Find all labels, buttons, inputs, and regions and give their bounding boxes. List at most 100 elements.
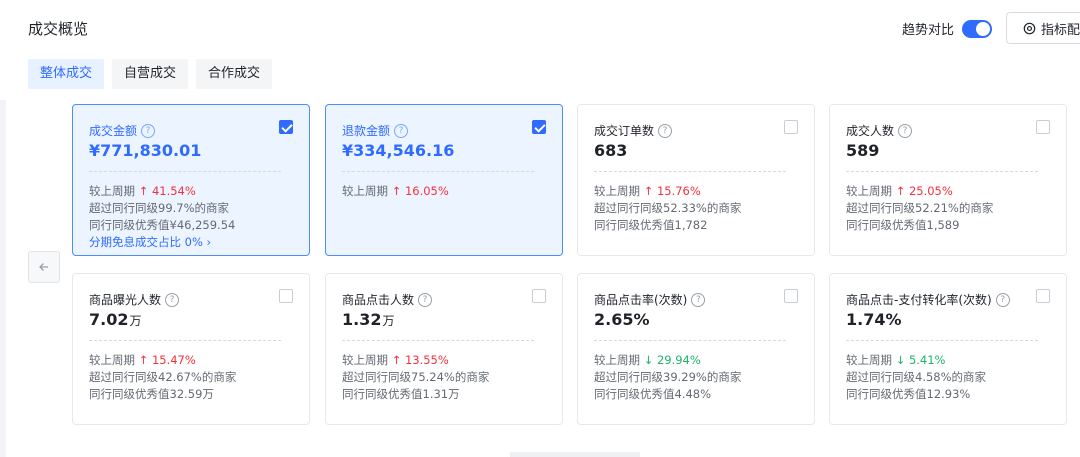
metric-card[interactable]: 成交订单数? 683 较上周期 ↑ 15.76% 超过同行同级52.33%的商家 同行同… (577, 104, 815, 256)
metric-details: 较上周期 ↓ 29.94% 超过同行同级39.29%的商家 同行同级优秀值4.48% (594, 352, 741, 403)
compare-prefix: 较上周期 (342, 184, 388, 198)
compare-value: 15.76% (656, 184, 701, 198)
card-divider (89, 340, 281, 341)
metric-label-text: 商品曝光人数 (89, 293, 162, 307)
compare-value: 16.05% (404, 184, 449, 198)
industry-rank: 超过同行同级42.67%的商家 (89, 370, 237, 384)
industry-rank: 超过同行同级75.24%的商家 (342, 370, 490, 384)
metric-checkbox[interactable] (784, 289, 798, 303)
compare-line: 较上周期 ↑ 25.05% (846, 183, 993, 200)
compare-change: ↑ 25.05% (896, 184, 953, 198)
industry-rank: 超过同行同级52.21%的商家 (846, 201, 994, 215)
compare-line: 较上周期 ↓ 5.41% (846, 352, 986, 369)
card-divider (594, 171, 786, 172)
compare-value: 25.05% (908, 184, 953, 198)
metric-checkbox[interactable] (784, 120, 798, 134)
trend-compare-toggle[interactable] (962, 19, 993, 38)
metric-label: 退款金额? (342, 122, 409, 139)
question-circle-icon[interactable]: ? (165, 292, 180, 307)
compare-value: 13.55% (404, 353, 449, 367)
tab-cooperative[interactable]: 合作成交 (196, 59, 273, 89)
arrow-down-icon: ↓ (643, 353, 654, 367)
card-divider (342, 171, 534, 172)
metric-value: ¥771,830.01 (89, 141, 202, 160)
metric-details: 较上周期 ↑ 16.05% (342, 183, 449, 200)
metric-checkbox[interactable] (1036, 120, 1050, 134)
card-divider (594, 340, 786, 341)
metric-value-number: 589 (846, 141, 880, 160)
metric-card[interactable]: 商品点击-支付转化率(次数)? 1.74% 较上周期 ↓ 5.41% 超过同行同级4.… (829, 273, 1067, 425)
compare-value: 5.41% (908, 353, 946, 367)
installment-link[interactable]: 分期免息成交占比 0% › (89, 234, 235, 251)
arrow-up-icon: ↑ (643, 184, 654, 198)
metric-value-number: ¥334,546.16 (342, 141, 455, 160)
metric-label-text: 商品点击-支付转化率(次数) (846, 293, 992, 307)
industry-excellent: 同行同级优秀值¥46,259.54 (89, 218, 236, 232)
question-circle-icon[interactable]: ? (141, 123, 156, 138)
question-circle-icon[interactable]: ? (418, 292, 433, 307)
prev-page-button[interactable] (28, 251, 60, 283)
compare-change: ↓ 5.41% (896, 353, 946, 367)
metric-details: 较上周期 ↑ 15.76% 超过同行同级52.33%的商家 同行同级优秀值1,782 (594, 183, 741, 234)
arrow-down-icon: ↓ (895, 353, 906, 367)
tab-self-operated[interactable]: 自营成交 (112, 59, 189, 89)
question-circle-icon[interactable]: ? (658, 123, 673, 138)
compare-change: ↑ 13.55% (392, 353, 449, 367)
metric-label-text: 商品点击率(次数) (594, 293, 688, 307)
metric-label-text: 退款金额 (342, 124, 391, 138)
industry-excellent: 同行同级优秀值12.93% (846, 387, 971, 401)
metric-label-text: 商品点击人数 (342, 293, 415, 307)
trend-compare-label: 趋势对比 (902, 23, 955, 38)
compare-line: 较上周期 ↑ 13.55% (342, 352, 489, 369)
metric-label: 成交订单数? (594, 122, 673, 139)
industry-excellent: 同行同级优秀值1,589 (846, 218, 960, 232)
metric-card[interactable]: 退款金额? ¥334,546.16 较上周期 ↑ 16.05% (325, 104, 563, 256)
industry-rank: 超过同行同级52.33%的商家 (594, 201, 742, 215)
metric-card[interactable]: 商品点击人数? 1.32万 较上周期 ↑ 13.55% 超过同行同级75.24%的商家… (325, 273, 563, 425)
compare-prefix: 较上周期 (594, 184, 640, 198)
metric-checkbox[interactable] (279, 289, 293, 303)
compare-prefix: 较上周期 (342, 353, 388, 367)
card-divider (342, 340, 534, 341)
metric-card[interactable]: 商品曝光人数? 7.02万 较上周期 ↑ 15.47% 超过同行同级42.67%的商家… (72, 273, 310, 425)
compare-prefix: 较上周期 (846, 353, 892, 367)
compare-line: 较上周期 ↑ 41.54% (89, 183, 235, 200)
metric-value-number: ¥771,830.01 (89, 141, 202, 160)
metric-label: 商品点击率(次数)? (594, 291, 706, 308)
metric-card[interactable]: 商品点击率(次数)? 2.65% 较上周期 ↓ 29.94% 超过同行同级39.29%… (577, 273, 815, 425)
metric-value-number: 1.74% (846, 310, 902, 329)
compare-value: 29.94% (656, 353, 701, 367)
question-circle-icon[interactable]: ? (394, 123, 409, 138)
metric-label-text: 成交订单数 (594, 124, 655, 138)
arrow-up-icon: ↑ (391, 184, 402, 198)
arrow-up-icon: ↑ (138, 184, 149, 198)
metric-details: 较上周期 ↑ 41.54% 超过同行同级99.7%的商家 同行同级优秀值¥46,25… (89, 183, 235, 251)
metric-value: 1.74% (846, 310, 903, 329)
metric-config-button[interactable]: 指标配置 (1006, 12, 1080, 44)
tab-bar: 整体成交 自营成交 合作成交 (28, 59, 273, 89)
metric-card[interactable]: 成交人数? 589 较上周期 ↑ 25.05% 超过同行同级52.21%的商家 同行同级… (829, 104, 1067, 256)
compare-line: 较上周期 ↑ 16.05% (342, 183, 449, 200)
compare-line: 较上周期 ↑ 15.76% (594, 183, 741, 200)
left-edge (0, 100, 6, 457)
tab-overall[interactable]: 整体成交 (28, 59, 105, 89)
metric-value-number: 2.65% (594, 310, 650, 329)
metric-value: 683 (594, 141, 628, 160)
metric-checkbox[interactable] (1036, 289, 1050, 303)
metric-card[interactable]: 成交金额? ¥771,830.01 较上周期 ↑ 41.54% 超过同行同级99.7%… (72, 104, 310, 256)
question-circle-icon[interactable]: ? (995, 292, 1010, 307)
compare-change: ↑ 15.47% (139, 353, 196, 367)
metric-details: 较上周期 ↑ 25.05% 超过同行同级52.21%的商家 同行同级优秀值1,589 (846, 183, 993, 234)
metric-value-number: 1.32 (342, 310, 382, 329)
question-circle-icon[interactable]: ? (691, 292, 706, 307)
metric-checkbox[interactable] (279, 120, 293, 134)
metric-config-label: 指标配置 (1041, 22, 1080, 38)
metric-value: 2.65% (594, 310, 651, 329)
compare-prefix: 较上周期 (89, 184, 135, 198)
industry-rank: 超过同行同级39.29%的商家 (594, 370, 742, 384)
industry-excellent: 同行同级优秀值32.59万 (89, 387, 214, 401)
question-circle-icon[interactable]: ? (898, 123, 913, 138)
metric-checkbox[interactable] (532, 120, 546, 134)
metric-checkbox[interactable] (532, 289, 546, 303)
metric-label-text: 成交人数 (846, 124, 895, 138)
